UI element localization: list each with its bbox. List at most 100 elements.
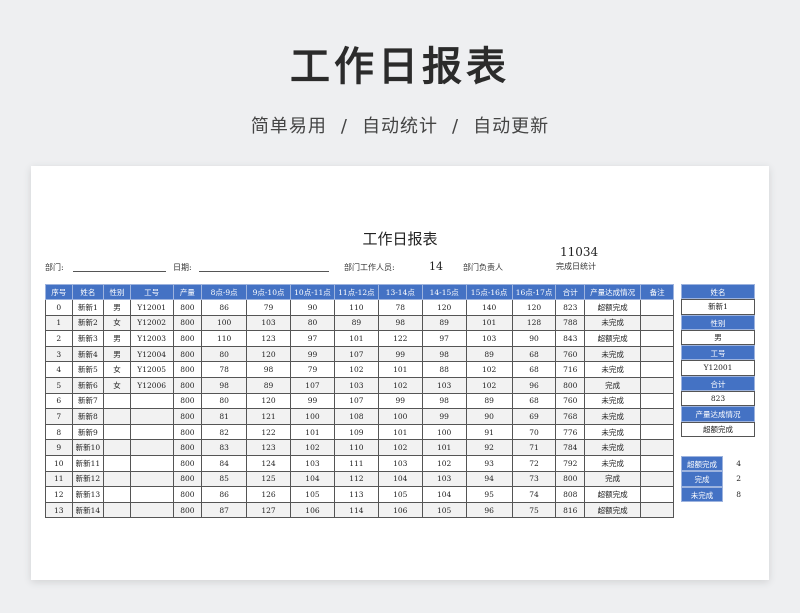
table-cell[interactable] [129,454,174,472]
table-cell[interactable]: 80 [290,314,335,332]
table-cell[interactable]: 104 [421,486,467,503]
table-cell[interactable]: 102 [290,439,335,456]
table-cell[interactable]: 90 [290,299,335,316]
table-cell[interactable]: 新新10 [71,439,105,456]
table-cell[interactable]: 128 [511,314,557,332]
table-cell[interactable]: 127 [246,501,292,519]
table-cell[interactable]: 101 [333,330,379,347]
table-cell[interactable]: 68 [511,392,557,410]
table-cell[interactable]: 103 [421,470,467,488]
table-cell[interactable]: 99 [377,392,423,410]
table-cell[interactable]: 13 [45,501,73,519]
column-header[interactable]: 姓名 [71,284,105,300]
table-cell[interactable]: 123 [246,330,292,347]
table-cell[interactable]: 68 [511,361,557,378]
table-cell[interactable]: 102 [377,439,423,456]
table-cell[interactable]: 111 [333,454,379,472]
table-cell[interactable]: 113 [333,486,379,503]
table-cell[interactable]: 776 [555,423,586,441]
table-cell[interactable]: 新新1 [71,299,105,316]
table-cell[interactable] [640,408,674,425]
table-cell[interactable] [103,486,131,503]
table-cell[interactable]: 800 [172,299,203,316]
table-cell[interactable]: 未完成 [584,361,642,378]
table-cell[interactable]: Y12001 [129,299,174,316]
table-cell[interactable]: 121 [246,408,292,425]
table-cell[interactable]: 843 [555,330,586,347]
table-cell[interactable]: 110 [333,299,379,316]
table-cell[interactable] [103,439,131,456]
table-cell[interactable]: 784 [555,439,586,456]
table-cell[interactable]: 6 [45,392,73,410]
table-cell[interactable]: 72 [511,454,557,472]
table-cell[interactable]: 800 [172,408,203,425]
table-cell[interactable]: 760 [555,345,586,363]
table-cell[interactable]: 女 [103,314,131,332]
table-cell[interactable]: 100 [201,314,248,332]
table-cell[interactable]: 0 [45,299,73,316]
table-cell[interactable]: 98 [421,392,467,410]
table-cell[interactable]: 93 [465,454,513,472]
table-cell[interactable]: 800 [172,470,203,488]
table-cell[interactable]: 新新11 [71,454,105,472]
table-cell[interactable]: 126 [246,486,292,503]
table-cell[interactable]: 98 [201,376,248,394]
table-cell[interactable]: 未完成 [584,439,642,456]
table-cell[interactable] [129,392,174,410]
table-cell[interactable]: 1 [45,314,73,332]
table-cell[interactable]: 女 [103,361,131,378]
table-cell[interactable]: 未完成 [584,345,642,363]
table-cell[interactable]: 120 [246,392,292,410]
table-cell[interactable]: 85 [201,470,248,488]
table-cell[interactable] [640,314,674,332]
table-cell[interactable]: 816 [555,501,586,519]
table-cell[interactable]: Y12002 [129,314,174,332]
table-cell[interactable]: 800 [172,314,203,332]
column-header[interactable]: 性别 [103,284,131,300]
table-cell[interactable]: 103 [465,330,513,347]
table-cell[interactable]: 89 [333,314,379,332]
table-cell[interactable]: 97 [290,330,335,347]
table-cell[interactable]: 792 [555,454,586,472]
table-cell[interactable]: 完成 [584,376,642,394]
table-cell[interactable] [129,501,174,519]
table-cell[interactable]: 100 [290,408,335,425]
column-header[interactable]: 9点-10点 [246,284,292,300]
table-cell[interactable]: 2 [45,330,73,347]
table-cell[interactable]: 未完成 [584,392,642,410]
table-cell[interactable]: 800 [555,470,586,488]
column-header[interactable]: 备注 [640,284,674,300]
table-cell[interactable]: 71 [511,439,557,456]
table-cell[interactable]: 男 [103,299,131,316]
table-cell[interactable]: 80 [201,345,248,363]
table-cell[interactable] [103,423,131,441]
table-cell[interactable]: 83 [201,439,248,456]
table-cell[interactable]: 96 [465,501,513,519]
table-cell[interactable]: 104 [290,470,335,488]
table-cell[interactable]: 69 [511,408,557,425]
table-cell[interactable]: 107 [290,376,335,394]
column-header[interactable]: 产量达成情况 [584,284,642,300]
table-cell[interactable]: 未完成 [584,454,642,472]
table-cell[interactable] [640,423,674,441]
column-header[interactable]: 10点-11点 [290,284,335,300]
table-cell[interactable] [640,501,674,519]
column-header[interactable]: 16点-17点 [511,284,557,300]
table-cell[interactable]: 11 [45,470,73,488]
table-cell[interactable]: 新新12 [71,470,105,488]
table-cell[interactable]: 81 [201,408,248,425]
table-cell[interactable]: 90 [511,330,557,347]
table-cell[interactable]: 84 [201,454,248,472]
table-cell[interactable]: 110 [333,439,379,456]
table-cell[interactable]: 823 [555,299,586,316]
lookup-value[interactable]: 超额完成 [681,421,755,437]
column-header[interactable]: 8点-9点 [201,284,248,300]
table-cell[interactable]: 88 [421,361,467,378]
table-cell[interactable]: 95 [465,486,513,503]
table-cell[interactable]: 89 [465,345,513,363]
table-cell[interactable]: 101 [421,439,467,456]
table-cell[interactable] [129,408,174,425]
table-cell[interactable]: Y12003 [129,330,174,347]
table-cell[interactable]: 101 [377,423,423,441]
table-cell[interactable]: 新新7 [71,392,105,410]
